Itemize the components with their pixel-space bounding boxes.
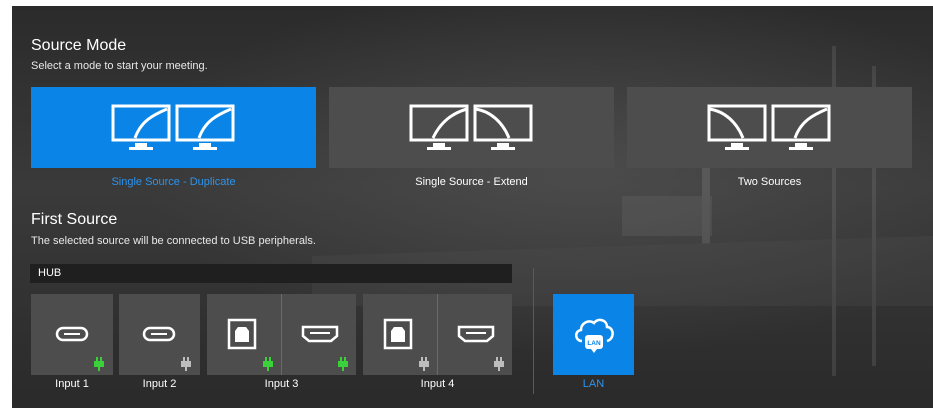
mode-single-source-duplicate-button[interactable] <box>31 87 316 168</box>
mode-label-extend: Single Source - Extend <box>415 176 528 188</box>
lan-source-button[interactable]: LAN <box>553 294 634 375</box>
port-divider <box>281 294 282 375</box>
port-divider <box>437 294 438 375</box>
mode-label-two-sources: Two Sources <box>737 176 802 188</box>
plug-disconnected-icon <box>419 357 429 371</box>
input-2-label: Input 2 <box>142 378 177 390</box>
input-1-label: Input 1 <box>55 378 89 390</box>
lan-badge-text: LAN <box>587 340 601 347</box>
cloud-lan-icon: LAN <box>574 318 614 353</box>
plug-connected-icon <box>338 357 348 371</box>
input-3-label: Input 3 <box>264 378 299 390</box>
usb-c-icon <box>142 326 176 342</box>
source-mode-title: Source Mode <box>31 37 127 54</box>
hdmi-icon <box>301 325 339 343</box>
input-3-tile[interactable] <box>207 294 356 375</box>
hub-bar: HUB <box>30 264 512 283</box>
lan-label: LAN <box>582 378 605 390</box>
first-source-title: First Source <box>31 211 118 228</box>
input-4-tile[interactable] <box>363 294 512 375</box>
input-2-tile[interactable] <box>119 294 200 375</box>
mode-two-sources-button[interactable] <box>627 87 912 168</box>
plug-connected-icon <box>94 357 104 371</box>
mode-label-duplicate: Single Source - Duplicate <box>111 176 236 188</box>
usb-b-icon <box>383 318 413 350</box>
plug-disconnected-icon <box>494 357 504 371</box>
dual-monitor-two-sources-icon <box>707 104 830 150</box>
usb-c-icon <box>55 326 89 342</box>
hub-label: HUB <box>38 267 62 279</box>
dual-monitor-extend-icon <box>409 104 532 150</box>
usb-b-icon <box>227 318 257 350</box>
mode-single-source-extend-button[interactable] <box>329 87 614 168</box>
plug-connected-icon <box>263 357 273 371</box>
first-source-subtitle: The selected source will be connected to… <box>31 235 316 247</box>
section-divider <box>533 268 534 394</box>
input-4-label: Input 4 <box>420 378 455 390</box>
input-1-tile[interactable] <box>31 294 113 375</box>
dual-monitor-duplicate-icon <box>111 104 234 150</box>
plug-disconnected-icon <box>181 357 191 371</box>
hdmi-icon <box>457 325 495 343</box>
source-mode-subtitle: Select a mode to start your meeting. <box>31 60 208 72</box>
source-selection-panel: Source Mode Select a mode to start your … <box>12 6 933 408</box>
